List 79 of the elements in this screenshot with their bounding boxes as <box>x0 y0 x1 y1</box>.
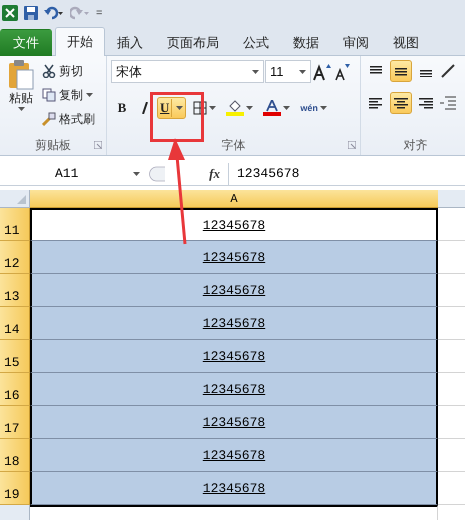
increase-font-size-icon[interactable] <box>312 62 332 80</box>
align-lines-icon <box>369 97 383 109</box>
font-size-dropdown[interactable]: 11 <box>265 60 311 83</box>
format-painter-button[interactable]: 格式刷 <box>42 108 95 130</box>
ribbon-tab[interactable]: 页面布局 <box>155 29 231 56</box>
caret-icon <box>299 70 306 74</box>
row-header[interactable]: 18 <box>0 439 30 472</box>
ribbon-tab[interactable]: 数据 <box>281 29 331 56</box>
cut-button[interactable]: 剪切 <box>42 60 95 82</box>
align-lines-icon <box>394 65 408 77</box>
corner-triangle-icon <box>17 195 26 204</box>
decrease-font-size-icon[interactable] <box>333 62 351 80</box>
ribbon-tab[interactable]: 开始 <box>55 27 105 56</box>
file-tab[interactable]: 文件 <box>0 29 52 56</box>
font-color-icon <box>263 100 282 116</box>
insert-function-button[interactable]: fx <box>209 166 220 182</box>
table-cell[interactable]: 12345678 <box>30 274 438 307</box>
copy-icon <box>42 88 56 102</box>
ribbon-tab[interactable]: 视图 <box>381 29 431 56</box>
italic-icon <box>142 102 148 114</box>
table-cell[interactable]: 12345678 <box>30 472 438 505</box>
row-header[interactable]: 13 <box>0 274 30 307</box>
group-label: 字体 <box>222 136 246 154</box>
caret-icon <box>209 106 216 110</box>
brush-icon <box>42 112 56 126</box>
orientation-icon[interactable] <box>440 63 456 79</box>
table-cell[interactable]: 12345678 <box>30 241 438 274</box>
caret-icon <box>86 93 93 97</box>
highlight-box <box>150 92 204 142</box>
align-lines-icon <box>419 97 433 109</box>
undo-icon[interactable] <box>44 6 64 20</box>
table-cell[interactable]: 12345678 <box>30 406 438 439</box>
decrease-indent-icon[interactable] <box>440 96 456 110</box>
clipboard-icon <box>8 60 34 90</box>
row-header[interactable]: 12 <box>0 241 30 274</box>
caret-icon <box>176 106 184 110</box>
paint-bucket-icon <box>226 100 244 116</box>
font-name-dropdown[interactable]: 宋体 <box>111 60 264 83</box>
expand-handle-icon[interactable] <box>148 164 166 184</box>
underline-button[interactable]: U <box>157 97 186 119</box>
copy-button[interactable]: 复制 <box>42 84 95 106</box>
caret-icon <box>246 106 254 110</box>
table-cell[interactable]: 12345678 <box>30 373 438 406</box>
table-cell[interactable]: 12345678 <box>30 307 438 340</box>
caret-icon <box>320 106 327 110</box>
save-icon[interactable] <box>24 6 38 20</box>
name-box[interactable]: A11 <box>0 162 148 184</box>
row-header[interactable]: 19 <box>0 472 30 505</box>
row-header[interactable]: 14 <box>0 307 30 340</box>
column-header[interactable]: A <box>30 190 438 208</box>
excel-logo-icon[interactable] <box>2 4 18 20</box>
bold-button[interactable]: B <box>111 97 133 119</box>
caret-icon <box>252 70 259 74</box>
row-header[interactable]: 16 <box>0 373 30 406</box>
align-middle-button[interactable] <box>390 60 412 82</box>
group-label: 剪贴板 <box>35 136 71 154</box>
row-header[interactable]: 17 <box>0 406 30 439</box>
ribbon-tab[interactable]: 插入 <box>105 29 155 56</box>
scissors-icon <box>42 64 56 78</box>
table-cell[interactable]: 12345678 <box>30 439 438 472</box>
ribbon-tab[interactable]: 公式 <box>231 29 281 56</box>
row-header[interactable]: 15 <box>0 340 30 373</box>
table-cell[interactable]: 12345678 <box>30 208 438 241</box>
borders-icon <box>193 101 208 115</box>
ribbon-tab[interactable]: 审阅 <box>331 29 381 56</box>
caret-icon <box>18 107 24 111</box>
formula-input[interactable]: 12345678 <box>228 162 465 184</box>
caret-icon <box>133 172 140 176</box>
dialog-launcher-icon[interactable] <box>94 141 102 149</box>
paste-button[interactable]: 粘贴 <box>4 60 38 135</box>
row-header[interactable]: 11 <box>0 208 30 241</box>
dialog-launcher-icon[interactable] <box>348 141 356 149</box>
align-lines-icon <box>394 97 408 109</box>
caret-icon <box>283 106 290 110</box>
group-label: 对齐 <box>404 136 428 154</box>
phonetic-guide-button[interactable]: wén <box>297 97 330 119</box>
table-cell[interactable]: 12345678 <box>30 340 438 373</box>
customize-toolbar-button[interactable]: = <box>96 6 102 18</box>
align-center-button[interactable] <box>390 92 412 114</box>
